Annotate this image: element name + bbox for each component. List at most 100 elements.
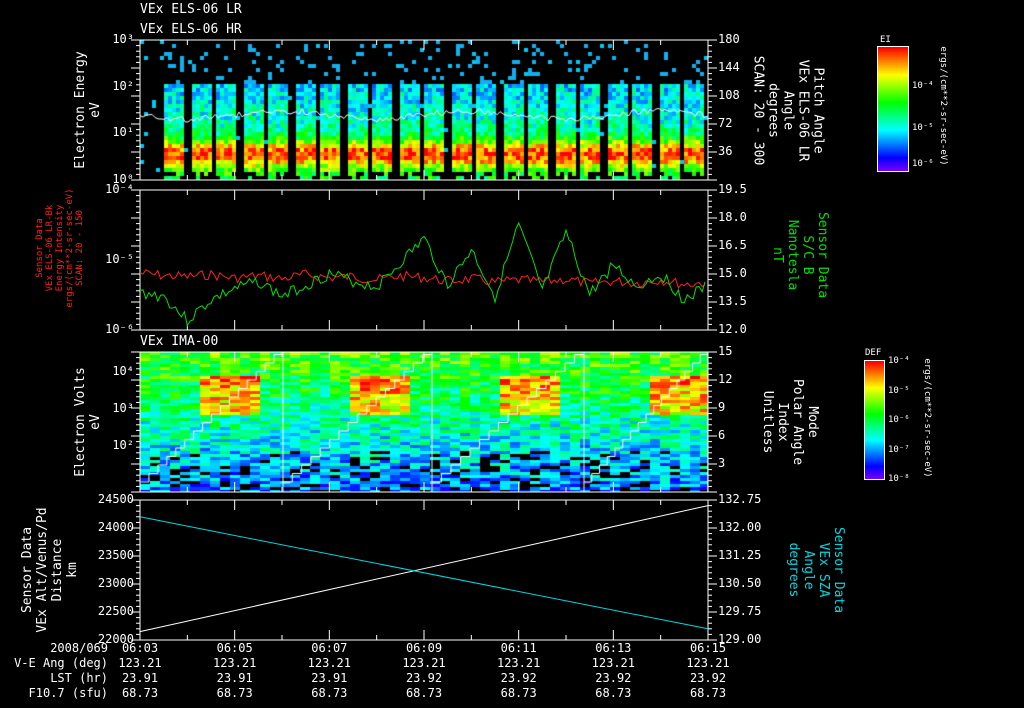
panel1-ylabel-line: eV: [88, 102, 103, 118]
panel2-rlabel-line: Nanotesla: [785, 219, 800, 291]
right-tick-label: 130.50: [718, 576, 762, 590]
def-colorbar-title: DEF: [865, 348, 882, 358]
panel1-rlabel-line: SCAN: 20 - 300: [750, 55, 766, 165]
footer-value: 06:05: [216, 641, 253, 655]
y-tick-label: 23500: [97, 548, 134, 562]
right-tick-label: 108: [718, 88, 740, 102]
right-tick-label: 131.25: [718, 548, 762, 562]
footer-value: 23.91: [311, 671, 348, 685]
panel2-ylabel-line: VEx ELS-06 LR-Bk: [45, 204, 55, 291]
ei-colorbar-unit-line: ergs/(cm**2-sr-sec-eV): [938, 45, 948, 166]
footer-value: 123.21: [591, 656, 635, 670]
right-tick-label: 132.75: [718, 492, 762, 506]
panel3-rlabel-line: Unitless: [760, 390, 775, 454]
panel4-ylabel-line: km: [65, 562, 80, 578]
footer-row-label: LST (hr): [50, 671, 108, 685]
altitude-line: [139, 505, 709, 633]
panel4-rlabel-line: Sensor Data: [831, 526, 846, 614]
right-tick-label: 9: [718, 400, 726, 414]
right-tick-label: 13.5: [718, 294, 747, 308]
footer-value: 23.92: [595, 671, 632, 685]
panel4-rlabel-line: VEx SZA: [816, 542, 831, 598]
panel3-ylabel-line: eV: [88, 414, 103, 430]
footer-row-label: 2008/069: [50, 641, 108, 655]
panel2-rlabel-line: nT: [770, 247, 785, 263]
footer-value: 68.73: [121, 686, 159, 700]
footer-row-label: F10.7 (sfu): [28, 686, 108, 700]
title-els-hr: VEx ELS-06 HR: [140, 22, 242, 37]
right-tick-label: 19.5: [718, 182, 747, 196]
sza-line: [139, 516, 709, 630]
footer-value: 06:13: [595, 641, 632, 655]
right-tick-label: 18.0: [718, 210, 747, 224]
right-tick-label: 12: [718, 372, 733, 386]
ei-colorbar-title: EI: [880, 35, 891, 45]
footer-value: 06:15: [689, 641, 727, 655]
panel2-rlabel-line: S/C B: [800, 235, 815, 275]
right-tick-label: 12.0: [718, 322, 747, 336]
y-tick-label: 10⁻⁵: [105, 252, 134, 266]
y-tick-label: 23000: [97, 576, 134, 590]
footer-value: 123.21: [118, 656, 162, 670]
panel4-ylabel-line: Sensor Data: [20, 526, 35, 614]
panel-frame: [139, 499, 709, 641]
footer-value: 23.92: [689, 671, 727, 685]
panel4-rlabel-line: Angle: [801, 550, 816, 590]
right-tick-label: 132.00: [718, 520, 762, 534]
colorbar-tick-label: 10⁻⁸: [888, 474, 910, 484]
colorbar-tick-label: 10⁻⁶: [888, 415, 910, 425]
def-colorbar-unit-line: ergs/(cm**2-sr-sec-eV): [922, 357, 932, 478]
right-tick-label: 36: [718, 144, 733, 158]
y-tick-label: 10²: [112, 78, 134, 93]
footer-value: 06:07: [311, 641, 348, 655]
colorbar-tick-label: 10⁻⁴: [912, 81, 934, 91]
footer-value: 123.21: [307, 656, 351, 670]
colorbar-tick-label: 10⁻⁷: [888, 444, 910, 455]
panel2-rlabel-line: Sensor Data: [815, 211, 830, 299]
panel4-ylabel-line: Distance: [50, 538, 65, 602]
y-tick-label: 24500: [97, 492, 134, 506]
magnetic-field-line: [139, 221, 706, 327]
footer-value: 06:03: [121, 641, 159, 655]
panel2-ylabel-line: SCAN: 20 - 150: [75, 209, 85, 286]
y-tick-label: 10⁴: [112, 364, 134, 378]
y-tick-label: 10³: [112, 401, 134, 415]
footer-value: 06:09: [405, 641, 443, 655]
panel2-rlabel: Sensor Data S/C B Nanotesla nT: [770, 165, 830, 345]
right-tick-label: 16.5: [718, 238, 747, 252]
right-tick-label: 15.0: [718, 266, 747, 280]
y-tick-label: 10⁻⁴: [105, 182, 134, 196]
colorbar-tick-label: 10⁻⁴: [888, 356, 910, 366]
def-colorbar-unit: ergs/(cm**2-sr-sec-eV): [922, 328, 932, 508]
panel2-ylabel-line: Sensor Data: [35, 217, 45, 278]
footer-row-label: V-E Ang (deg): [14, 656, 108, 670]
colorbar-tick-label: 10⁻⁶: [912, 159, 934, 169]
title-els-lr: VEx ELS-06 LR: [140, 2, 242, 17]
colorbar-tick-label: 10⁻⁵: [912, 123, 934, 133]
y-tick-label: 10²: [112, 438, 134, 452]
y-tick-label: 10³: [112, 32, 134, 46]
right-tick-label: 180: [718, 32, 740, 46]
footer-value: 68.73: [405, 686, 443, 700]
footer-value: 23.91: [121, 671, 159, 685]
panel4-ylabel-line: VEx Alt/Venus/Pd: [35, 507, 50, 633]
footer-value: 68.73: [311, 686, 348, 700]
footer-value: 68.73: [595, 686, 632, 700]
panel4-ylabel: Sensor Data VEx Alt/Venus/Pd Distance km: [20, 480, 80, 660]
footer-value: 123.21: [402, 656, 446, 670]
right-tick-label: 3: [718, 456, 726, 470]
footer-value: 68.73: [689, 686, 727, 700]
footer-value: 123.21: [496, 656, 541, 670]
panel4-rlabel: Sensor Data VEx SZA Angle degrees: [786, 480, 846, 660]
intensity-line: [139, 269, 706, 289]
panel2-ylabel-line: Energy Intensity: [55, 204, 65, 291]
panel2-ylabel: Sensor Data VEx ELS-06 LR-Bk Energy Intens…: [35, 158, 85, 338]
y-tick-label: 24000: [97, 520, 134, 534]
y-tick-label: 22500: [97, 604, 134, 618]
footer-value: 23.91: [216, 671, 253, 685]
right-tick-label: 6: [718, 428, 726, 442]
y-tick-label: 10⁻⁶: [105, 322, 134, 336]
colorbar-tick-label: 10⁻⁵: [888, 385, 910, 396]
footer-value: 06:11: [500, 641, 537, 655]
panel-frame: [139, 39, 709, 181]
